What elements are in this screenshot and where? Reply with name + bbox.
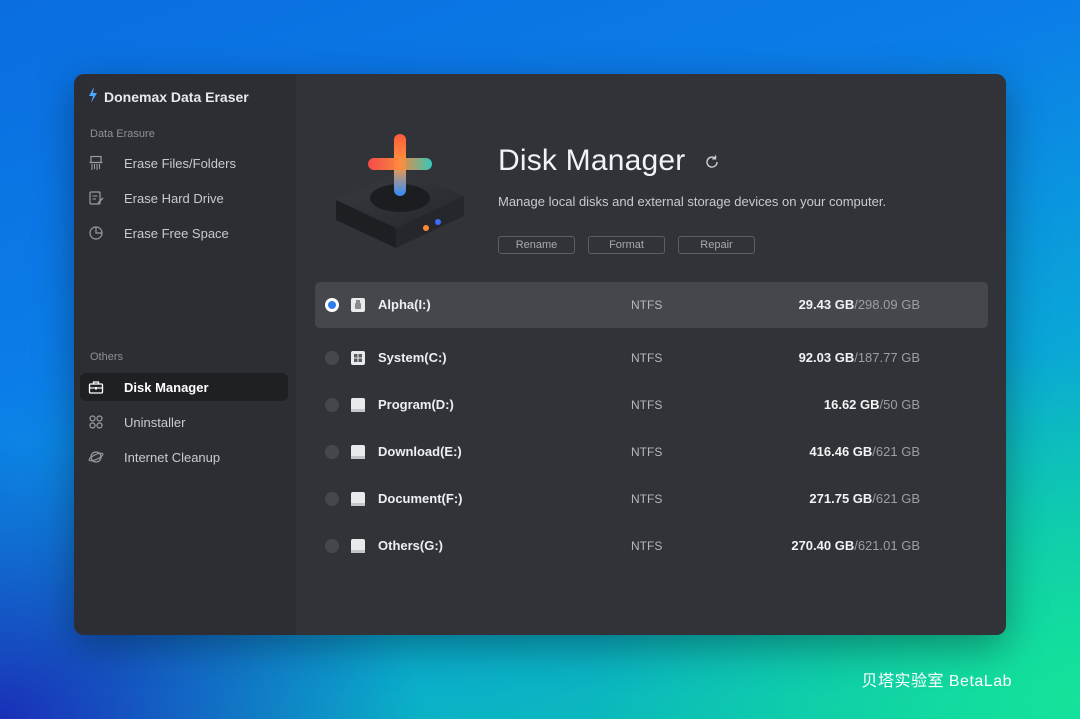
sidebar-item-uninstaller[interactable]: Uninstaller <box>80 408 288 436</box>
sidebar-item-label: Internet Cleanup <box>124 449 221 465</box>
disk-row-download[interactable]: Download(E:) NTFS 416.46 GB/621 GB <box>315 429 988 475</box>
disk-total: /50 GB <box>879 397 920 412</box>
sidebar-item-label: Erase Hard Drive <box>124 190 224 206</box>
repair-button[interactable]: Repair <box>678 236 755 254</box>
disk-name: Document(F:) <box>378 491 463 506</box>
disk-row-document[interactable]: Document(F:) NTFS 271.75 GB/621 GB <box>315 476 988 522</box>
disk-total: /621.01 GB <box>854 538 920 553</box>
disk-used: 271.75 GB <box>809 491 873 506</box>
drive-icon <box>350 538 366 554</box>
sidebar-item-erase-files[interactable]: Erase Files/Folders <box>80 149 288 177</box>
hard-drive-erase-icon <box>88 190 116 206</box>
disk-used: 16.62 GB <box>823 397 880 412</box>
radio-button[interactable] <box>325 398 339 412</box>
sidebar-item-label: Erase Free Space <box>124 225 229 241</box>
disk-used: 416.46 GB <box>809 444 873 459</box>
pie-chart-icon <box>88 225 116 241</box>
disk-filesystem: NTFS <box>631 445 663 459</box>
disk-usage: 270.40 GB/621.01 GB <box>791 538 920 553</box>
watermark: 贝塔实验室 BetaLab <box>861 673 1012 690</box>
shredder-icon <box>88 155 116 171</box>
disk-total: /621 GB <box>872 444 920 459</box>
app-title-text: Donemax Data Eraser <box>104 88 249 105</box>
disk-used: 92.03 GB <box>798 350 855 365</box>
disk-name: Alpha(I:) <box>378 297 431 312</box>
disk-total: /621 GB <box>872 491 920 506</box>
disk-usage: 271.75 GB/621 GB <box>809 491 920 506</box>
drive-icon <box>350 491 366 507</box>
app-window: Donemax Data Eraser Data Erasure Erase F… <box>74 74 1006 635</box>
disk-filesystem: NTFS <box>631 398 663 412</box>
sidebar-item-label: Erase Files/Folders <box>124 155 236 171</box>
disk-name: Program(D:) <box>378 397 454 412</box>
disk-usage: 92.03 GB/187.77 GB <box>799 350 920 365</box>
app-title: Donemax Data Eraser <box>88 87 249 106</box>
radio-button[interactable] <box>325 445 339 459</box>
disk-row-others[interactable]: Others(G:) NTFS 270.40 GB/621.01 GB <box>315 523 988 569</box>
windows-drive-icon <box>350 350 366 366</box>
radio-button[interactable] <box>325 492 339 506</box>
disk-name: System(C:) <box>378 350 447 365</box>
disk-usage: 16.62 GB/50 GB <box>824 397 920 412</box>
lightning-logo-icon <box>88 87 98 106</box>
disk-filesystem: NTFS <box>631 298 663 312</box>
page-subtitle: Manage local disks and external storage … <box>498 194 887 209</box>
sidebar-item-erase-hard-drive[interactable]: Erase Hard Drive <box>80 184 288 212</box>
disk-filesystem: NTFS <box>631 351 663 365</box>
disk-used: 270.40 GB <box>791 538 855 553</box>
section-label-others: Others <box>90 351 124 363</box>
disk-name: Download(E:) <box>378 444 462 459</box>
format-button[interactable]: Format <box>588 236 665 254</box>
sidebar-item-internet-cleanup[interactable]: Internet Cleanup <box>80 443 288 471</box>
rename-button[interactable]: Rename <box>498 236 575 254</box>
section-label-data-erasure: Data Erasure <box>90 128 155 140</box>
disk-row-alpha[interactable]: Alpha(I:) NTFS 29.43 GB/298.09 GB <box>315 282 988 328</box>
disk-total: /298.09 GB <box>854 297 920 312</box>
disk-manager-hero-icon <box>332 130 468 250</box>
disk-total: /187.77 GB <box>854 350 920 365</box>
drive-icon <box>350 444 366 460</box>
sidebar-item-disk-manager[interactable]: Disk Manager <box>80 373 288 401</box>
disk-filesystem: NTFS <box>631 539 663 553</box>
radio-button[interactable] <box>325 539 339 553</box>
sidebar-item-label: Disk Manager <box>124 379 209 395</box>
disk-usage: 29.43 GB/298.09 GB <box>799 297 920 312</box>
radio-button[interactable] <box>325 351 339 365</box>
refresh-icon[interactable] <box>704 154 720 170</box>
disk-usage: 416.46 GB/621 GB <box>809 444 920 459</box>
sidebar-item-label: Uninstaller <box>124 414 186 430</box>
disk-name: Others(G:) <box>378 538 443 553</box>
disk-filesystem: NTFS <box>631 492 663 506</box>
apps-grid-icon <box>88 414 116 430</box>
page-title: Disk Manager <box>498 144 686 177</box>
sidebar: Data Erasure Erase Files/Folders Erase H… <box>74 118 296 635</box>
radio-button[interactable] <box>325 298 339 312</box>
disk-used: 29.43 GB <box>798 297 855 312</box>
usb-drive-icon <box>350 297 366 313</box>
sidebar-item-erase-free-space[interactable]: Erase Free Space <box>80 219 288 247</box>
disk-row-system[interactable]: System(C:) NTFS 92.03 GB/187.77 GB <box>315 335 988 381</box>
toolbox-icon <box>88 379 116 395</box>
drive-icon <box>350 397 366 413</box>
disk-row-program[interactable]: Program(D:) NTFS 16.62 GB/50 GB <box>315 382 988 428</box>
planet-icon <box>88 449 116 465</box>
